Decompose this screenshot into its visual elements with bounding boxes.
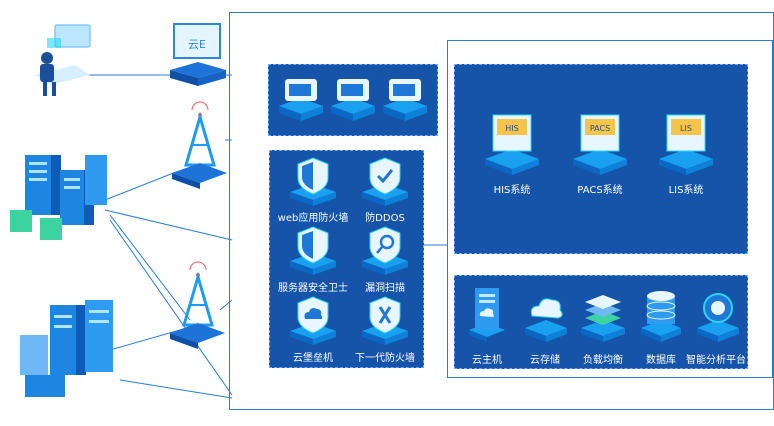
shield-icon <box>290 157 336 206</box>
system-label-lis: LIS系统 <box>668 185 704 196</box>
camera-icon <box>383 79 427 121</box>
user-workstation-icon <box>35 24 91 96</box>
server-cluster-icon <box>10 155 107 240</box>
cloud-storage-icon <box>525 298 567 342</box>
security-label-server-guard: 服务器安全卫士 <box>278 283 348 294</box>
signal-tower-icon <box>172 101 227 189</box>
shield-check-icon <box>362 296 408 345</box>
security-label-ngfw: 下一代防火墙 <box>355 353 415 364</box>
shield-icon <box>290 226 336 275</box>
pacs-monitor-icon: PACS <box>573 114 627 175</box>
magnifier-shield-icon <box>362 226 408 275</box>
database-icon <box>641 291 681 342</box>
shield-check-icon <box>362 157 408 206</box>
pacs-screen-text: PACS <box>590 124 610 133</box>
lis-monitor-icon: LIS <box>659 114 713 175</box>
system-label-his: HIS系统 <box>493 185 531 196</box>
monitor-icon: 云E <box>170 23 226 86</box>
security-panel: web应用防火墙 防DDOS 服务器安全卫士 漏洞扫描 云堡垒机 下一代防火墙 <box>269 150 424 368</box>
camera-panel <box>268 64 438 136</box>
system-label-pacs: PACS系统 <box>577 185 623 196</box>
cloud-label-ai: 智能分析平台 <box>686 355 746 366</box>
cloud-shield-icon <box>290 296 336 345</box>
cloud-label-host: 云主机 <box>472 355 502 366</box>
his-screen-text: HIS <box>505 124 518 133</box>
camera-icon <box>279 79 323 121</box>
camera-icon <box>331 79 375 121</box>
server-icon <box>469 288 505 342</box>
cloud-label-lb: 负载均衡 <box>583 355 623 366</box>
security-label-web-waf: web应用防火墙 <box>277 213 349 224</box>
security-label-anti-ddos: 防DDOS <box>365 213 405 224</box>
security-label-vuln-scan: 漏洞扫描 <box>365 283 405 294</box>
load-balance-icon <box>581 295 625 342</box>
ai-platform-icon <box>697 293 739 342</box>
camera-icons <box>279 79 427 121</box>
his-monitor-icon: HIS <box>485 114 539 175</box>
cloud-label-storage: 云存储 <box>530 355 560 366</box>
server-cluster-icon <box>20 300 113 397</box>
systems-panel: HIS HIS系统 PACS PACS系统 LIS LIS系统 <box>454 64 748 254</box>
lis-screen-text: LIS <box>680 124 692 133</box>
security-label-bastion: 云堡垒机 <box>293 353 333 364</box>
signal-tower-icon <box>170 261 225 349</box>
cloud-panel: 云主机 云存储 负载均衡 数据库 智能分析平台 <box>454 275 748 369</box>
monitor-screen-text: 云E <box>188 38 206 51</box>
